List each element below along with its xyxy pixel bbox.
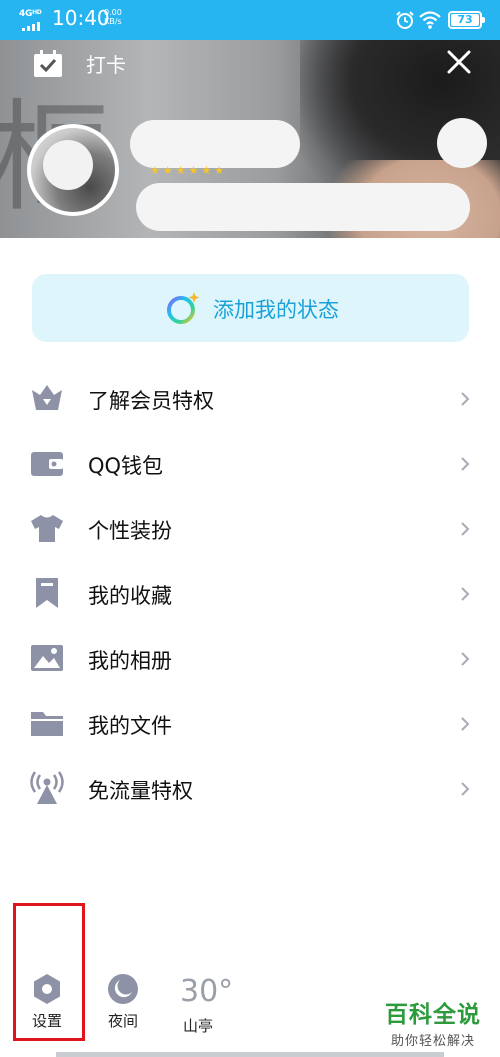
gear-icon [34, 974, 60, 1004]
action-redacted [437, 118, 487, 168]
menu-item-vip[interactable]: 了解会员特权 [0, 366, 500, 431]
tshirt-icon [31, 515, 63, 542]
add-status-button[interactable]: 添加我的状态 [32, 274, 469, 342]
menu-item-label: 个性装扮 [88, 519, 172, 543]
bookmark-icon [36, 578, 58, 608]
menu-item-theme[interactable]: 个性装扮 [0, 496, 500, 561]
menu-item-label: 我的收藏 [88, 584, 172, 608]
avatar[interactable] [27, 124, 119, 216]
chevron-right-icon [461, 717, 470, 731]
profile-header: 框 打卡 ★★★★★★ [0, 40, 500, 238]
night-mode-label: 夜间 [107, 1012, 138, 1030]
status-bar: 4GHD 10:40 0.00 KB/s 73 [0, 0, 500, 40]
alarm-icon [396, 11, 414, 29]
chevron-right-icon [461, 652, 470, 666]
clock: 10:40 [52, 6, 110, 30]
chevron-right-icon [461, 457, 470, 471]
menu-item-files[interactable]: 我的文件 [0, 691, 500, 756]
menu-item-favorites[interactable]: 我的收藏 [0, 561, 500, 626]
wifi-icon [419, 11, 441, 29]
menu-item-label: 免流量特权 [88, 779, 193, 803]
network-speed: 0.00 KB/s [104, 8, 122, 26]
chevron-right-icon [461, 782, 470, 796]
watermark-title: 百科全说 [385, 1002, 481, 1028]
photo-icon [31, 645, 63, 671]
signal-icon: 4GHD [19, 9, 49, 31]
bottom-divider [56, 1052, 444, 1057]
moon-icon [108, 974, 138, 1004]
menu-item-label: 了解会员特权 [88, 389, 214, 413]
menu-item-free-data[interactable]: 免流量特权 [0, 756, 500, 821]
speed-value: 0.00 [104, 8, 122, 17]
menu-item-label: 我的文件 [88, 714, 172, 738]
settings-label: 设置 [31, 1012, 62, 1030]
weather-location[interactable]: 山亭 [183, 1015, 213, 1036]
network-type: 4G [19, 9, 33, 19]
status-ring-icon [167, 292, 200, 324]
signature-redacted [136, 183, 470, 231]
watermark-subtitle: 助你轻松解决 [390, 1034, 475, 1049]
chevron-right-icon [461, 522, 470, 536]
battery-icon: 73 [448, 11, 485, 29]
folder-icon [31, 712, 63, 736]
signal-tower-icon [30, 771, 64, 804]
chevron-right-icon [461, 587, 470, 601]
chevron-right-icon [461, 392, 470, 406]
checkin-button[interactable]: 打卡 [86, 49, 126, 78]
network-sub: HD [32, 9, 42, 16]
watermark-logo: 百科全说 助你轻松解决 [374, 995, 492, 1049]
settings-button[interactable]: 设置 [22, 972, 72, 1031]
menu-item-label: 我的相册 [88, 649, 172, 673]
menu-item-album[interactable]: 我的相册 [0, 626, 500, 691]
calendar-check-icon[interactable] [33, 50, 63, 78]
speed-unit: KB/s [104, 17, 122, 26]
weather-temperature[interactable]: 30° [180, 974, 233, 1009]
menu-item-label: QQ钱包 [88, 454, 164, 478]
close-icon[interactable] [444, 47, 474, 77]
menu-item-wallet[interactable]: QQ钱包 [0, 431, 500, 496]
add-status-label: 添加我的状态 [213, 298, 339, 322]
night-mode-button[interactable]: 夜间 [98, 972, 148, 1031]
vip-crown-icon [32, 385, 62, 410]
nickname-redacted [130, 120, 300, 168]
battery-level: 73 [451, 14, 479, 26]
wallet-icon [31, 452, 63, 476]
level-badges: ★★★★★★ [150, 164, 228, 177]
